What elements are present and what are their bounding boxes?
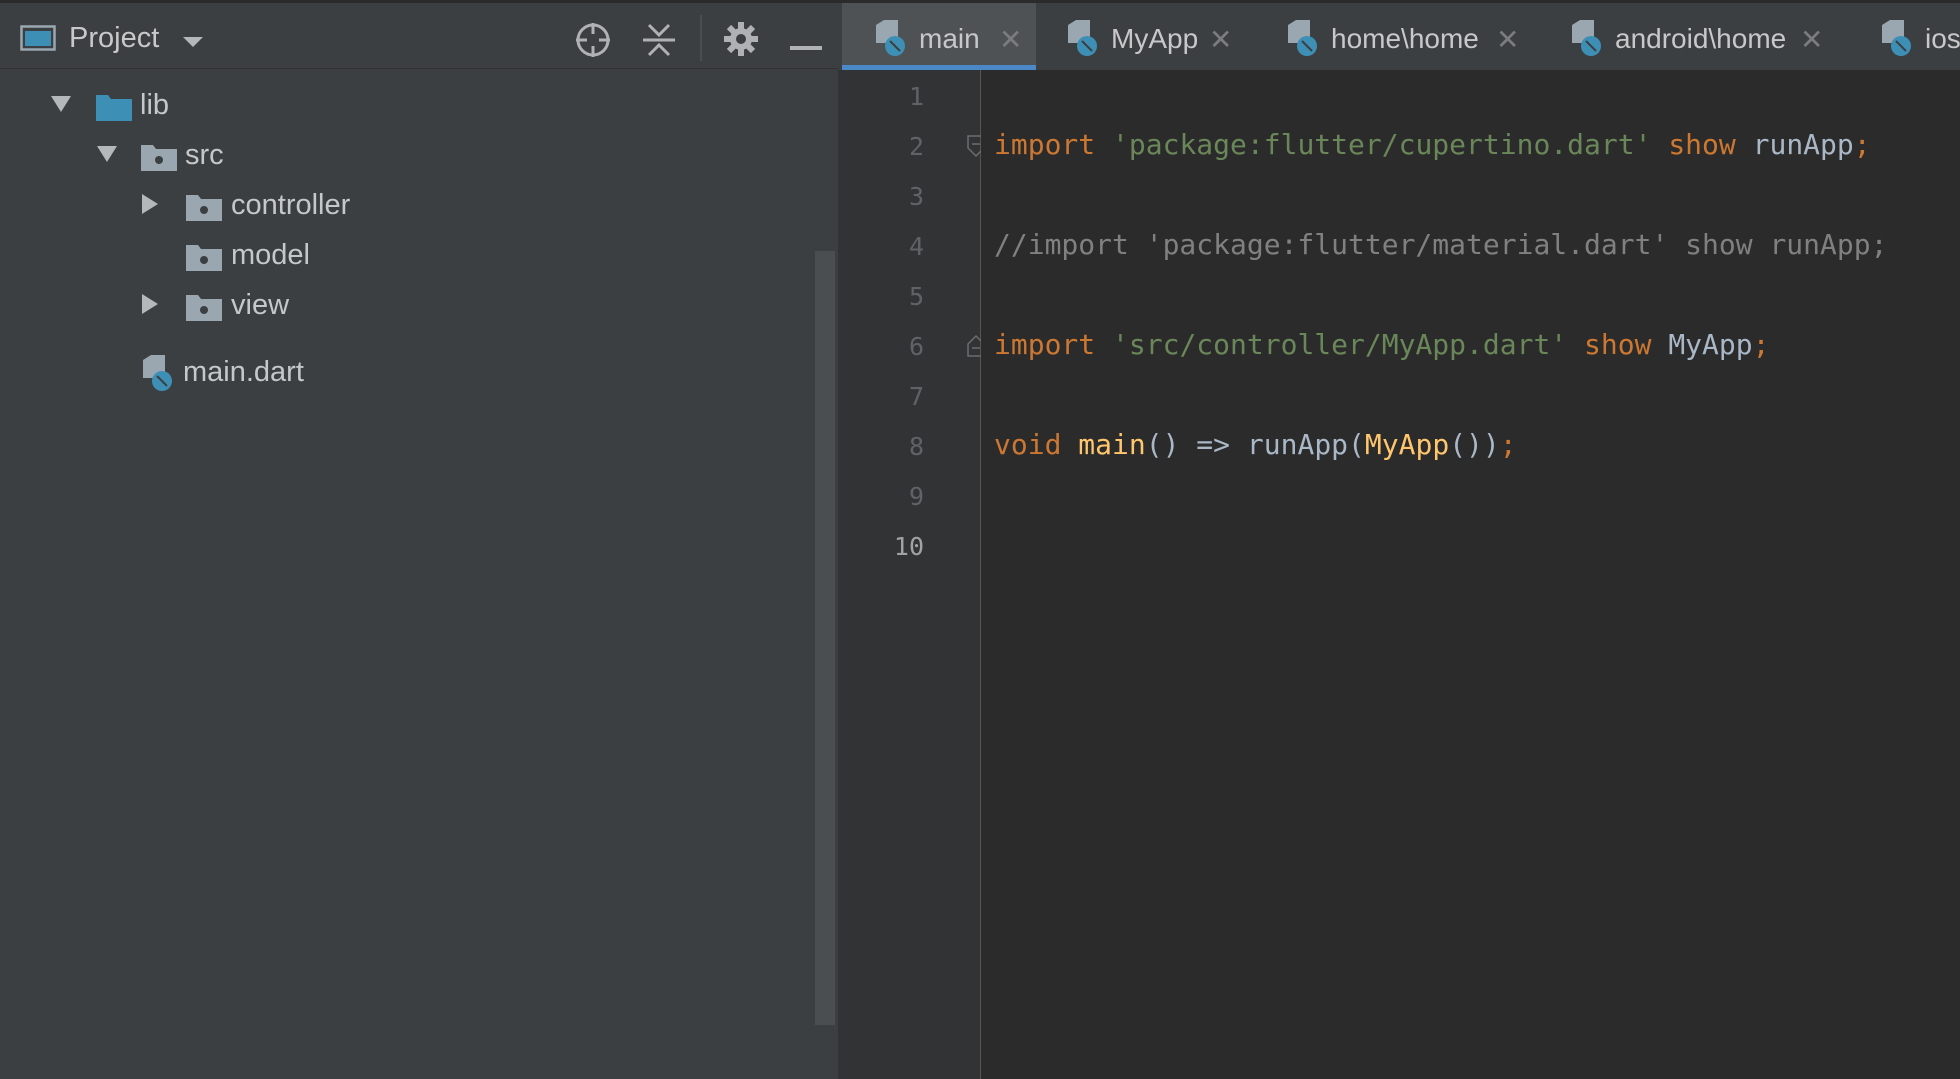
- identifier-token: runApp: [1246, 428, 1349, 461]
- line-number: 8: [908, 432, 924, 461]
- tree-node-label: main.dart: [183, 356, 304, 388]
- tree-node-lib[interactable]: lib: [0, 81, 810, 129]
- collapse-arrow-icon[interactable]: [141, 293, 159, 320]
- class-token: MyApp: [1364, 428, 1450, 461]
- string-token: 'package:flutter/cupertino.dart': [1112, 128, 1652, 161]
- tree-scrollbar[interactable]: [815, 251, 835, 1025]
- gear-icon[interactable]: [723, 21, 759, 62]
- tab-label: home\home: [1331, 23, 1479, 54]
- keyword-token: show: [1668, 128, 1736, 161]
- keyword-token: import: [994, 328, 1096, 361]
- dart-file-icon: [1570, 19, 1604, 62]
- dart-file-icon: [1880, 19, 1914, 62]
- chevron-down-icon[interactable]: [182, 35, 204, 53]
- window-icon: [20, 25, 56, 56]
- keyword-token: import: [994, 128, 1096, 161]
- punctuation-token: ()): [1449, 428, 1500, 461]
- string-token: 'src/controller/MyApp.dart': [1112, 328, 1568, 361]
- code-editor[interactable]: import 'package:flutter/cupertino.dart' …: [981, 70, 1960, 1079]
- code-line-2[interactable]: import 'package:flutter/cupertino.dart' …: [994, 128, 1871, 161]
- code-line-8[interactable]: void main() => runApp(MyApp());: [994, 428, 1517, 461]
- line-number: 1: [908, 82, 924, 111]
- source-folder-icon: [141, 143, 177, 176]
- collapse-all-icon[interactable]: [641, 21, 677, 64]
- expand-arrow-icon[interactable]: [50, 95, 72, 118]
- semicolon-token: ;: [1752, 328, 1770, 361]
- line-number: 3: [908, 182, 924, 211]
- tree-node-label: view: [231, 289, 290, 321]
- close-icon[interactable]: ✕: [1209, 23, 1232, 56]
- dart-file-icon: [874, 19, 908, 62]
- header-divider: [700, 15, 702, 61]
- tree-node-label: controller: [231, 189, 351, 221]
- expand-arrow-icon[interactable]: [96, 145, 118, 168]
- collapse-arrow-icon[interactable]: [141, 193, 159, 220]
- punctuation-token: (: [1348, 428, 1365, 461]
- tree-node-src[interactable]: src: [0, 131, 810, 179]
- tree-node-controller[interactable]: controller: [0, 181, 810, 229]
- locate-icon[interactable]: [574, 21, 612, 64]
- dart-file-icon: [1066, 19, 1100, 62]
- folder-icon: [186, 293, 222, 326]
- tab-label: ios: [1925, 23, 1960, 54]
- folder-icon: [186, 193, 222, 226]
- code-line-6[interactable]: import 'src/controller/MyApp.dart' show …: [994, 328, 1769, 361]
- line-number: 4: [908, 232, 924, 261]
- tab-home-home[interactable]: home\home ✕: [1254, 3, 1534, 70]
- tab-label: android\home: [1615, 23, 1787, 54]
- ide-window: Project lib src controller model view ma…: [0, 0, 1960, 1079]
- tab-label: main: [919, 23, 980, 54]
- tab-main[interactable]: main ✕: [842, 3, 1036, 70]
- folder-icon: [96, 93, 132, 126]
- keyword-token: show: [1584, 328, 1652, 361]
- dart-file-icon: [141, 354, 175, 397]
- line-number: 9: [908, 482, 924, 511]
- line-number-current: 10: [893, 532, 924, 561]
- tab-android-home[interactable]: android\home ✕: [1538, 3, 1838, 70]
- minimize-icon[interactable]: [790, 37, 822, 55]
- comment-token: //import 'package:flutter/material.dart'…: [994, 228, 1888, 261]
- tab-label: MyApp: [1111, 23, 1199, 54]
- identifier-token: runApp: [1752, 128, 1854, 161]
- tab-myapp[interactable]: MyApp ✕: [1034, 3, 1252, 70]
- tree-node-model[interactable]: model: [0, 231, 810, 279]
- project-panel: Project lib src controller model view ma…: [0, 0, 838, 1079]
- code-line-4[interactable]: //import 'package:flutter/material.dart'…: [994, 228, 1887, 261]
- function-token: main: [1078, 428, 1146, 461]
- tree-node-label: src: [185, 139, 224, 171]
- identifier-token: MyApp: [1668, 328, 1753, 361]
- project-panel-header: Project: [0, 3, 838, 69]
- keyword-token: void: [994, 428, 1062, 461]
- project-view-selector[interactable]: Project: [69, 22, 159, 55]
- line-number-gutter: 1 2 3 4 5 6 7 8 9 10: [838, 70, 985, 1079]
- tree-node-label: lib: [140, 89, 170, 121]
- line-number: 2: [908, 132, 924, 161]
- line-number: 6: [908, 332, 924, 361]
- semicolon-token: ;: [1853, 128, 1871, 161]
- editor-tab-bar: main ✕ MyApp ✕ home\home ✕ android\home …: [838, 0, 1960, 70]
- tab-ios[interactable]: ios: [1848, 3, 1960, 70]
- line-number: 5: [908, 282, 924, 311]
- close-icon[interactable]: ✕: [1800, 23, 1823, 56]
- tree-node-main-dart[interactable]: main.dart: [0, 348, 810, 396]
- punctuation-token: () =>: [1145, 428, 1247, 461]
- tree-node-view[interactable]: view: [0, 281, 810, 329]
- semicolon-token: ;: [1499, 428, 1517, 461]
- close-icon[interactable]: ✕: [999, 23, 1022, 56]
- dart-file-icon: [1286, 19, 1320, 62]
- folder-icon: [186, 243, 222, 276]
- line-number: 7: [908, 382, 924, 411]
- close-icon[interactable]: ✕: [1496, 23, 1519, 56]
- tree-node-label: model: [231, 239, 310, 271]
